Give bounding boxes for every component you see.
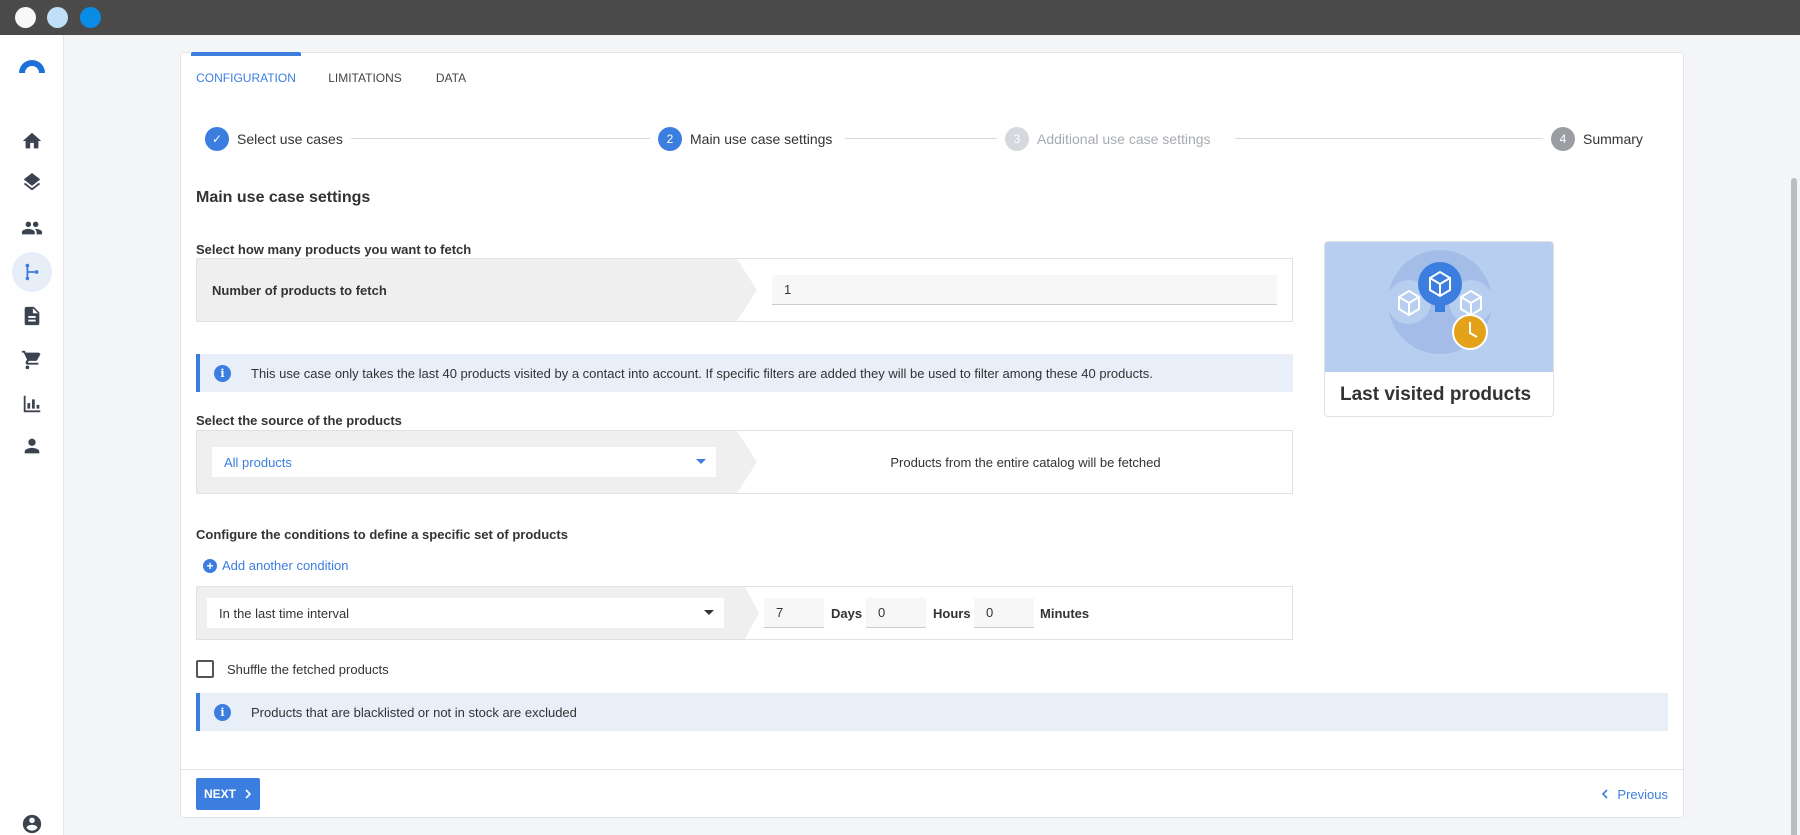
step-number: 2: [658, 127, 682, 151]
fetch-question-label: Select how many products you want to fet…: [196, 242, 472, 257]
time-interval-select[interactable]: In the last time interval: [207, 598, 724, 628]
previous-button[interactable]: Previous: [1601, 778, 1668, 810]
layers-icon: [23, 173, 41, 191]
hours-label: Hours: [933, 605, 971, 621]
preview-illustration: [1325, 242, 1553, 372]
conditions-question-label: Configure the conditions to define a spe…: [196, 527, 568, 542]
sidebar-item-account[interactable]: [12, 804, 52, 835]
chevron-down-icon: [704, 610, 714, 615]
flow-icon: [25, 263, 39, 281]
row-arrow: [737, 259, 757, 321]
time-interval-value: In the last time interval: [219, 605, 350, 621]
add-condition-label: Add another condition: [222, 558, 349, 573]
next-button[interactable]: NEXT: [196, 778, 260, 810]
tab-data[interactable]: DATA: [431, 53, 471, 103]
tab-bar: CONFIGURATION LIMITATIONS DATA: [181, 52, 1683, 103]
tab-limitations[interactable]: LIMITATIONS: [325, 53, 405, 103]
wizard-stepper: ✓ Select use cases 2 Main use case setti…: [205, 125, 1665, 153]
sidebar: [0, 35, 64, 835]
hours-input[interactable]: [866, 598, 926, 628]
scrollbar-thumb[interactable]: [1791, 178, 1797, 835]
step-label: Summary: [1583, 131, 1643, 147]
fetch-count-row: Number of products to fetch: [196, 258, 1293, 322]
step-additional-settings[interactable]: 3 Additional use case settings: [997, 125, 1219, 153]
source-select[interactable]: All products: [212, 447, 716, 477]
source-question-label: Select the source of the products: [196, 413, 402, 428]
row-arrow: [737, 431, 757, 493]
window-close-button[interactable]: [15, 7, 36, 28]
number-of-products-input[interactable]: [772, 275, 1277, 305]
sidebar-item-reports[interactable]: [12, 384, 52, 424]
source-row: All products Products from the entire ca…: [196, 430, 1293, 494]
person-icon: [24, 438, 40, 454]
shuffle-checkbox[interactable]: [196, 660, 214, 678]
step-label: Additional use case settings: [1037, 131, 1211, 147]
step-label: Main use case settings: [690, 131, 833, 147]
source-description: Products from the entire catalog will be…: [890, 454, 1161, 470]
minutes-input[interactable]: [974, 598, 1034, 628]
step-number: 3: [1005, 127, 1029, 151]
home-icon: [22, 132, 42, 149]
step-label: Select use cases: [237, 131, 343, 147]
step-select-use-cases[interactable]: ✓ Select use cases: [205, 125, 351, 153]
section-title: Main use case settings: [196, 189, 371, 206]
number-of-products-label: Number of products to fetch: [212, 282, 387, 298]
info-banner-excluded: i Products that are blacklisted or not i…: [196, 693, 1668, 731]
info-icon: i: [214, 703, 231, 721]
products-clock-icon: [1387, 250, 1493, 354]
window-titlebar: [0, 0, 1800, 35]
chevron-right-icon: [245, 789, 252, 799]
shuffle-label[interactable]: Shuffle the fetched products: [227, 659, 389, 679]
sidebar-item-documents[interactable]: [12, 296, 52, 336]
step-connector: [345, 138, 665, 139]
days-input[interactable]: [764, 598, 824, 628]
sidebar-item-home[interactable]: [12, 121, 52, 161]
tab-configuration[interactable]: CONFIGURATION: [191, 52, 301, 103]
info-text: This use case only takes the last 40 pro…: [251, 365, 1153, 381]
people-icon: [21, 221, 43, 235]
sidebar-item-ecommerce[interactable]: [12, 340, 52, 380]
sidebar-item-users[interactable]: [12, 426, 52, 466]
cart-icon: [21, 350, 41, 370]
preview-title: Last visited products: [1340, 384, 1532, 405]
days-label: Days: [831, 605, 863, 621]
plus-icon: +: [203, 558, 217, 573]
bar-chart-icon: [23, 395, 41, 413]
source-select-value: All products: [224, 454, 292, 470]
step-number: 4: [1551, 127, 1575, 151]
step-main-settings[interactable]: 2 Main use case settings: [650, 125, 841, 153]
account-circle-icon: [22, 814, 42, 834]
info-text: Products that are blacklisted or not in …: [251, 704, 577, 720]
info-icon: i: [214, 364, 231, 382]
info-banner-last-products: i This use case only takes the last 40 p…: [196, 354, 1293, 392]
checkmark-icon: ✓: [205, 127, 229, 151]
chevron-left-icon: [1602, 789, 1608, 799]
sidebar-item-layers[interactable]: [12, 164, 52, 204]
minutes-label: Minutes: [1040, 605, 1090, 621]
condition-row: In the last time interval Days Hours Min…: [196, 586, 1293, 640]
footer-divider: [181, 769, 1683, 770]
previous-label: Previous: [1617, 786, 1668, 802]
window-minimize-button[interactable]: [47, 7, 68, 28]
step-summary[interactable]: 4 Summary: [1543, 125, 1651, 153]
next-label: NEXT: [203, 787, 236, 801]
page-scrollbar[interactable]: [1786, 35, 1800, 835]
step-connector: [1235, 138, 1595, 139]
sidebar-item-automation[interactable]: [12, 252, 52, 292]
add-condition-button[interactable]: + Add another condition: [203, 558, 348, 573]
window-maximize-button[interactable]: [80, 7, 101, 28]
use-case-preview-card: Last visited products: [1324, 241, 1554, 417]
row-arrow: [745, 587, 759, 639]
chevron-down-icon: [696, 459, 706, 464]
wizard-card: CONFIGURATION LIMITATIONS DATA ✓ Select …: [180, 52, 1684, 818]
sidebar-item-contacts[interactable]: [12, 208, 52, 248]
logo-icon[interactable]: [17, 55, 47, 75]
document-icon: [24, 306, 40, 326]
